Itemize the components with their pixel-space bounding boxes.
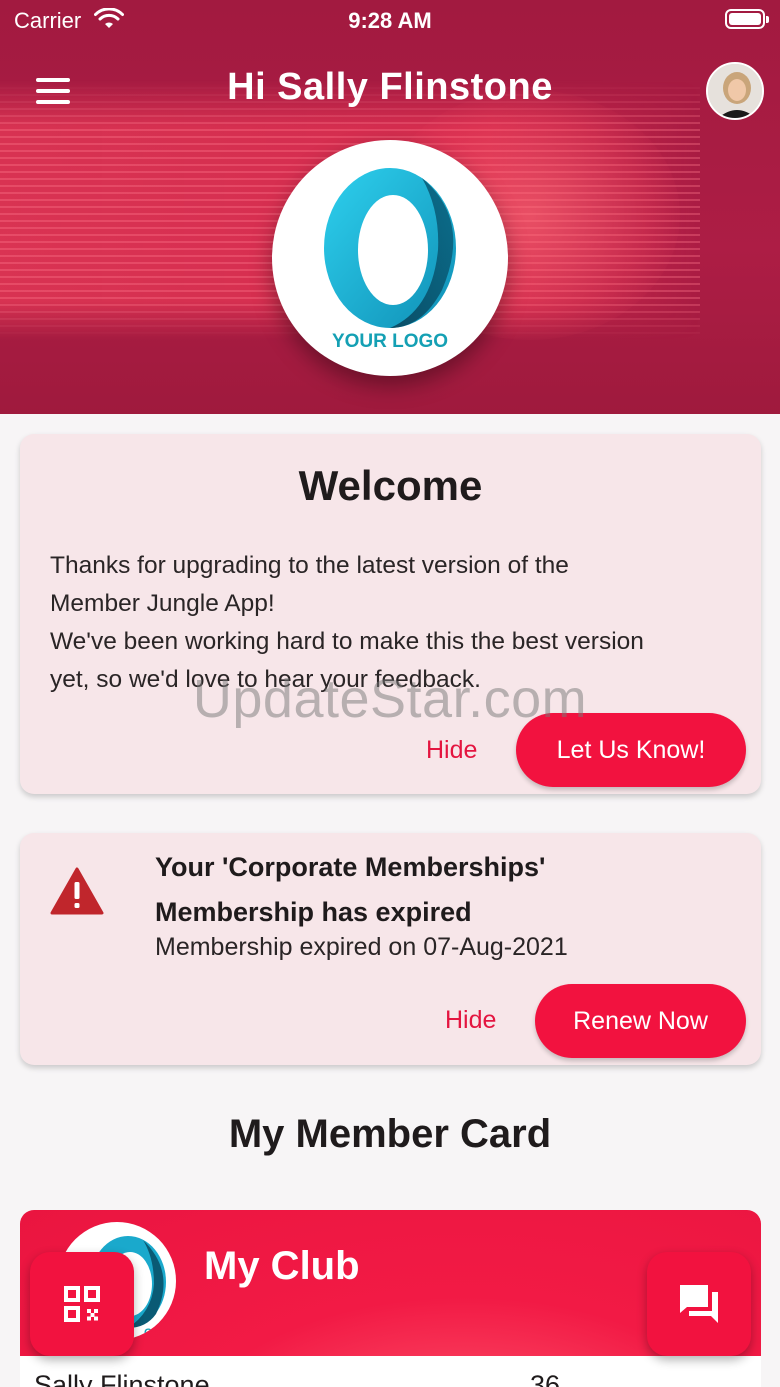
warning-icon <box>50 867 104 915</box>
logo-text: YOUR LOGO <box>332 331 448 352</box>
chat-icon <box>680 1285 718 1323</box>
expired-title: Your 'Corporate Memberships' Membership … <box>155 845 735 935</box>
welcome-line: We've been working hard to make this the… <box>50 628 644 655</box>
expired-title-line: Membership has expired <box>155 897 472 927</box>
avatar[interactable] <box>706 62 764 120</box>
logo-ring-icon: YOUR LOGO <box>324 168 456 352</box>
let-us-know-button[interactable]: Let Us Know! <box>516 713 746 787</box>
membership-expired-card: Your 'Corporate Memberships' Membership … <box>20 833 761 1065</box>
welcome-line: Member Jungle App! <box>50 590 275 617</box>
member-name: Sally Flinstone <box>34 1370 210 1387</box>
welcome-hide-button[interactable]: Hide <box>426 736 477 765</box>
expired-title-line: Your 'Corporate Memberships' <box>155 852 546 882</box>
welcome-card: Welcome Thanks for upgrading to the late… <box>20 434 761 794</box>
welcome-line: Thanks for upgrading to the latest versi… <box>50 552 569 579</box>
club-logo: YOUR LOGO <box>272 140 508 376</box>
avatar-photo <box>708 64 762 118</box>
section-title: My Member Card <box>228 1112 552 1156</box>
status-time: 9:28 AM <box>348 8 432 33</box>
battery-icon <box>725 9 769 29</box>
header-banner: Carrier 9:28 AM Hi Sally Flinstone YOUR … <box>0 0 780 414</box>
greeting-title: Hi Sally Flinstone <box>227 66 553 108</box>
qr-code-icon <box>64 1286 100 1322</box>
member-club-name: My Club <box>204 1244 360 1288</box>
member-details-strip: Sally Flinstone 36 <box>20 1356 761 1387</box>
status-bar: Carrier 9:28 AM <box>0 0 780 40</box>
member-logo-text: GO <box>144 1327 162 1339</box>
expired-date: Membership expired on 07-Aug-2021 <box>155 933 568 961</box>
renew-now-button[interactable]: Renew Now <box>535 984 746 1058</box>
welcome-line: yet, so we'd love to hear your feedback. <box>50 666 481 693</box>
expired-hide-button[interactable]: Hide <box>445 1006 496 1035</box>
welcome-title: Welcome <box>298 462 483 509</box>
member-number: 36 <box>530 1370 561 1387</box>
chat-button[interactable] <box>647 1252 751 1356</box>
qr-code-button[interactable] <box>30 1252 134 1356</box>
welcome-message: Thanks for upgrading to the latest versi… <box>50 547 730 699</box>
